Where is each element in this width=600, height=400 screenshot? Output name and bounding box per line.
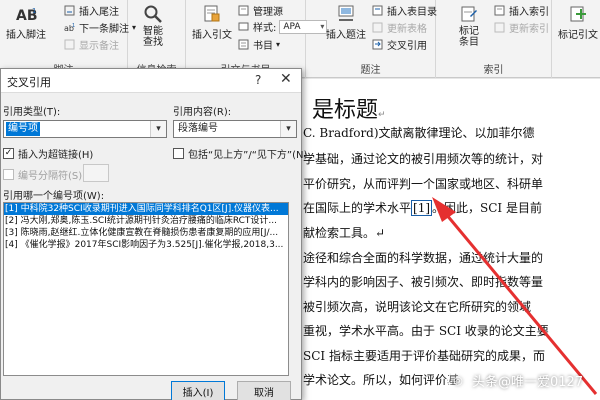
refresh-icon: [372, 22, 384, 33]
captions-group-label: 题注: [360, 65, 381, 76]
insert-table-of-figures-button[interactable]: 插入表目录: [372, 3, 437, 18]
cross-reference-dialog: 交叉引用 ? ✕ 引用类型(T): 编号项 ▾ 引用内容(R): 段落编号 ▾ …: [0, 68, 307, 400]
insert-reference-to-select[interactable]: 段落编号 ▾: [173, 120, 297, 138]
separate-numbers-checkbox[interactable]: 编号分隔符(S): [3, 167, 82, 182]
doc-line: 学术论文。所以，如何评价基: [303, 373, 460, 387]
list-item[interactable]: [1] 中科院32种SCI收录期刊进入国际同学科排名Q1区[J].仪器仪表...: [4, 203, 288, 215]
update-index-button[interactable]: 更新索引: [494, 20, 549, 35]
separator-input[interactable]: [83, 164, 109, 182]
cancel-button[interactable]: 取消: [237, 381, 291, 400]
footnote-icon: AB 1: [15, 4, 37, 24]
insert-index-button[interactable]: 插入索引: [494, 3, 549, 18]
doc-line: 被引频次高，说明该论文在它所研究的领域: [303, 300, 532, 314]
citation-icon: [201, 4, 223, 24]
insert-footnote-button[interactable]: AB 1 插入脚注: [6, 4, 46, 41]
show-notes-icon: [64, 39, 76, 50]
index-group-label: 索引: [483, 65, 504, 76]
manage-sources-icon: [238, 5, 250, 16]
list-item[interactable]: [3] 陈晓雨,赵继红.立体化健康宣教在脊髓损伤患者康复期的应用[J/...: [4, 227, 288, 239]
next-footnote-icon: ab 1: [64, 22, 76, 33]
insert-endnote-button[interactable]: 插入尾注: [64, 3, 119, 18]
style-icon: [238, 21, 250, 32]
research-group: 智能 查找 信息检索: [128, 0, 186, 78]
doc-line: 途径和综合全面的科学数据，通过统计大量的: [303, 251, 544, 265]
captions-group: 插入题注 插入表目录 更新表格 交叉引用 题注: [306, 0, 437, 78]
cross-reference-icon: [372, 39, 384, 50]
chevron-down-icon: ▾: [280, 121, 296, 137]
numbered-items-list[interactable]: [1] 中科院32种SCI收录期刊进入国际同学科排名Q1区[J].仪器仪表...…: [3, 202, 289, 376]
insert-reference-to-label: 引用内容(R):: [173, 107, 232, 118]
svg-text:1: 1: [72, 23, 75, 29]
watermark-logo-icon: ◎: [448, 370, 468, 390]
svg-text:1: 1: [32, 7, 36, 15]
mark-citation-icon: [567, 4, 589, 24]
close-icon[interactable]: ✕: [280, 71, 292, 87]
citations-group: 插入引文 管理源 样式: APA 书目 ▾ 引文与书目: [186, 0, 328, 78]
document-heading: 是标题: [312, 98, 379, 123]
checkbox-unchecked: [3, 169, 14, 180]
next-footnote-button[interactable]: ab 1 下一条脚注 ▾: [64, 20, 136, 35]
doc-line: 献检索工具。↵: [303, 226, 386, 240]
manage-sources-button[interactable]: 管理源: [238, 3, 283, 18]
insert-button[interactable]: 插入(I): [171, 381, 225, 400]
caption-icon: [335, 4, 357, 24]
table-of-figures-icon: [372, 5, 384, 16]
cross-reference-button[interactable]: 交叉引用: [372, 37, 427, 52]
update-table-button[interactable]: 更新表格: [372, 20, 427, 35]
reference-type-select[interactable]: 编号项 ▾: [3, 120, 167, 138]
include-above-below-checkbox[interactable]: 包括“见上方”/“见下方”(N): [173, 146, 307, 161]
list-item[interactable]: [2] 冯大刚,郑奥,陈玉.SCI统计源期刊针灸治疗腰痛的临床RCT设计...: [4, 215, 288, 227]
insert-reference-to-value: 段落编号: [178, 123, 218, 134]
insert-footnote-label: 插入脚注: [6, 30, 46, 41]
refresh-icon: [494, 22, 506, 33]
doc-line-with-citation: 在国际上的学术水平 [1] 。因此，SCI 是目前: [303, 200, 542, 216]
bibliography-button[interactable]: 书目 ▾: [238, 37, 280, 52]
index-icon: [494, 5, 506, 16]
insert-caption-button[interactable]: 插入题注: [326, 4, 366, 41]
doc-line: 学科内的影响因子、被引频次、即时指数等量: [303, 275, 544, 289]
bibliography-icon: [238, 39, 250, 50]
footnotes-group: AB1 插入脚注 插入尾注 ab1 下一条脚注 ▾ 显示备注 脚注: [0, 0, 136, 78]
endnote-icon: [64, 5, 76, 16]
reference-type-label: 引用类型(T):: [3, 107, 61, 118]
insert-citation-button[interactable]: 插入引文: [192, 4, 232, 41]
watermark: ◎ 头条@唯一爱0127: [448, 370, 583, 390]
chevron-down-icon: ▾: [276, 40, 281, 49]
checkbox-unchecked: [173, 148, 184, 159]
paragraph-mark: ↵: [378, 110, 386, 120]
mark-entry-button[interactable]: 标记 条目: [458, 4, 480, 48]
dialog-titlebar[interactable]: 交叉引用 ? ✕: [1, 69, 301, 93]
help-button[interactable]: ?: [255, 73, 261, 87]
mark-entry-icon: [458, 4, 480, 24]
insert-as-hyperlink-checkbox[interactable]: ✓ 插入为超链接(H): [3, 146, 93, 161]
ribbon: AB1 插入脚注 插入尾注 ab1 下一条脚注 ▾ 显示备注 脚注 智能 查找 …: [0, 0, 600, 78]
search-icon: [142, 4, 164, 24]
doc-line: 平价研究，从而评判一个国家或地区、科研单: [303, 177, 544, 191]
chevron-down-icon: ▾: [150, 121, 166, 137]
doc-line: 重视，学术水平高。由于 SCI 收录的论文主要: [303, 324, 549, 338]
dialog-title: 交叉引用: [7, 76, 51, 89]
citation-marker[interactable]: [1]: [411, 200, 433, 216]
index-group: 标记 条目 插入索引 更新索引 索引: [436, 0, 552, 78]
list-item[interactable]: [4] 《催化学报》2017年SCI影响因子为3.525[J].催化学报,201…: [4, 239, 288, 251]
mark-citation-button[interactable]: 标记引文: [558, 4, 598, 41]
checkbox-checked: ✓: [3, 148, 14, 159]
doc-line: SCI 指标主要适用于评价基础研究的成果，而: [303, 349, 545, 363]
for-which-label: 引用哪一个编号项(W):: [3, 191, 105, 202]
smart-lookup-button[interactable]: 智能 查找: [142, 4, 164, 48]
doc-line: 学基础，通过论文的被引用频次等的统计，对: [303, 152, 544, 166]
doc-line: C. Bradford)文献离散律理论、以加菲尔德: [303, 126, 535, 140]
show-notes-button[interactable]: 显示备注: [64, 37, 119, 52]
table-of-authorities-group: 标记引文: [552, 0, 600, 78]
reference-type-value: 编号项: [6, 122, 40, 136]
